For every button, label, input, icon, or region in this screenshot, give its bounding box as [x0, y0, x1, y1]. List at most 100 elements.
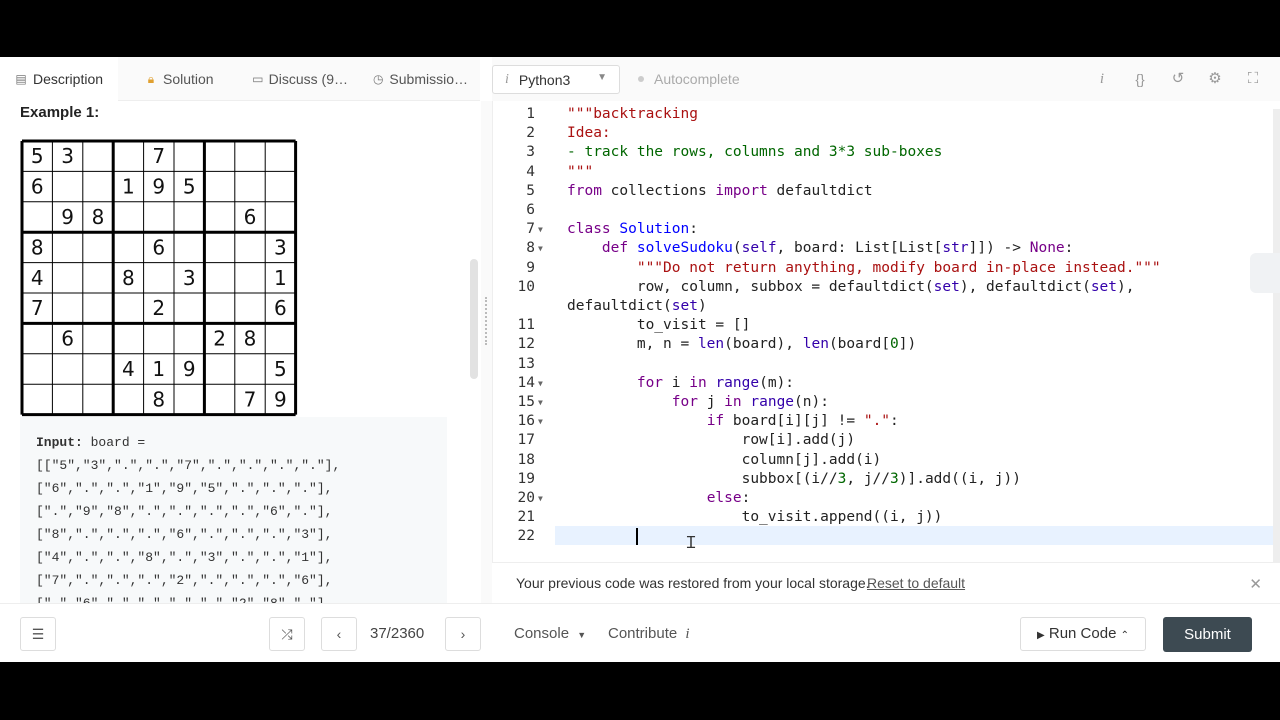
code-line[interactable]: def solveSudoku(self, board: List[List[s… [567, 239, 1073, 258]
line-number: 11 [517, 317, 535, 334]
fold-arrow-icon[interactable]: ▼ [538, 393, 543, 412]
tab-solution[interactable]: 🔒︎ Solution [118, 57, 228, 101]
sudoku-digit: 8 [122, 266, 135, 290]
chevron-up-icon: ⌃ [1120, 630, 1129, 641]
input-rows: [["5","3",".",".","7",".",".",".","."], [… [36, 454, 431, 603]
code-line[interactable]: for i in range(m): [567, 374, 794, 393]
sudoku-digit: 5 [274, 357, 287, 381]
sudoku-digit: 6 [31, 175, 44, 199]
contribute-label: Contribute [608, 625, 678, 642]
divider-grip-handle[interactable] [485, 297, 488, 345]
code-line[interactable]: """Do not return anything, modify board … [567, 259, 1161, 278]
code-line[interactable]: defaultdict(set) [567, 297, 707, 316]
sudoku-digit: 7 [31, 296, 44, 320]
info-icon: i [685, 626, 690, 642]
code-line[interactable]: row[i].add(j) [567, 431, 856, 450]
fold-arrow-icon[interactable]: ▼ [538, 412, 543, 431]
gear-icon[interactable]: ⚙ [1205, 69, 1225, 89]
editor-scrollbar[interactable] [1273, 109, 1280, 595]
run-code-button[interactable]: ▶ Run Code ⌃ [1020, 617, 1146, 651]
list-icon: ☰ [31, 626, 45, 642]
braces-icon[interactable]: {} [1130, 69, 1150, 89]
fullscreen-icon[interactable]: ⛶ [1243, 69, 1263, 89]
sudoku-digit: 9 [61, 205, 74, 229]
sudoku-digit: 8 [92, 205, 105, 229]
input-row: ["6",".",".","1","9","5",".",".","."], [36, 481, 333, 496]
code-line[interactable]: """backtracking [567, 105, 698, 124]
lock-icon: 🔒︎ [147, 71, 155, 86]
reset-to-default-link[interactable]: Reset to default [867, 575, 965, 591]
sudoku-digit: 1 [274, 266, 287, 290]
problem-list-button[interactable]: ☰ [20, 617, 56, 651]
line-number: 1 [526, 106, 535, 122]
sudoku-digit: 6 [61, 327, 74, 351]
description-scrollbar[interactable] [470, 259, 478, 379]
sudoku-digit: 6 [152, 235, 165, 259]
tab-discuss[interactable]: ▭ Discuss (9… [228, 57, 348, 101]
sudoku-digit: 9 [274, 387, 287, 411]
code-line[interactable]: - track the rows, columns and 3*3 sub-bo… [567, 143, 942, 162]
line-number: 7 [526, 221, 535, 238]
input-line: Input: board = [36, 431, 431, 454]
ibeam-cursor-icon: Ｉ [683, 533, 700, 552]
clock-icon: ◷ [372, 72, 384, 86]
restore-notice: Your previous code was restored from you… [492, 562, 1280, 603]
code-line[interactable]: """ [567, 163, 593, 182]
shuffle-icon: ⤮ [281, 626, 293, 642]
input-row: ["4",".",".","8",".","3",".",".","1"], [36, 550, 333, 565]
line-number: 8 [526, 240, 535, 257]
line-number: 18 [517, 451, 535, 468]
info-icon[interactable]: i [1092, 69, 1112, 89]
close-icon[interactable]: ✕ [1249, 575, 1262, 593]
contribute-button[interactable]: Contribute i [608, 625, 690, 643]
autocomplete-toggle[interactable]: Autocomplete [638, 71, 740, 87]
caret-down-icon: ▼ [577, 630, 587, 640]
tab-submissions[interactable]: ◷ Submissio… [348, 57, 468, 101]
play-icon: ▶ [1037, 630, 1045, 641]
sudoku-digit: 3 [61, 144, 74, 168]
line-number: 22 [517, 528, 535, 545]
sudoku-digit: 2 [152, 296, 165, 320]
code-line[interactable]: Idea: [567, 124, 611, 143]
code-line[interactable]: row, column, subbox = defaultdict(set), … [567, 278, 1135, 297]
tab-description[interactable]: ▤ Description [0, 57, 118, 101]
bottom-bar: ☰ ⤮ ‹ 37/2360 › Console ▼ Contribute i ▶… [0, 603, 1280, 662]
example-title: Example 1: [20, 104, 100, 121]
shuffle-button[interactable]: ⤮ [269, 617, 305, 651]
sudoku-digit: 8 [152, 387, 165, 411]
fold-arrow-icon[interactable]: ▼ [538, 374, 543, 393]
code-line[interactable]: if board[i][j] != ".": [567, 412, 899, 431]
sudoku-digit: 8 [244, 327, 257, 351]
code-line[interactable]: to_visit = [] [567, 316, 751, 335]
sudoku-digit: 2 [213, 327, 226, 351]
line-number: 14 [517, 374, 535, 391]
reset-icon[interactable]: ↺ [1168, 69, 1188, 89]
side-panel-tab[interactable] [1250, 253, 1280, 293]
code-line[interactable]: else: [567, 489, 751, 508]
code-line[interactable]: for j in range(n): [567, 393, 829, 412]
code-line[interactable]: from collections import defaultdict [567, 182, 873, 201]
code-line[interactable]: class Solution: [567, 220, 698, 239]
tab-submissions-label: Submissio… [389, 71, 468, 87]
input-label: Input: [36, 435, 83, 450]
line-number: 3 [526, 144, 535, 161]
tab-solution-label: Solution [163, 71, 214, 87]
code-line[interactable]: to_visit.append((i, j)) [567, 508, 943, 527]
code-editor[interactable]: 1 2 3 4 5 6 7 ▼ 8 ▼ 9 10 11 12 13 14 ▼ 15 ▼ 16 ▼ 17 18 19 20 ▼ 21 2… [492, 101, 1280, 603]
code-line[interactable]: subbox[(i//3, j//3)].add((i, j)) [567, 470, 1021, 489]
language-select[interactable]: i Python3 ▼ [492, 65, 620, 94]
console-label: Console [514, 625, 570, 642]
panel-divider[interactable] [481, 101, 492, 603]
prev-button[interactable]: ‹ [321, 617, 357, 651]
fold-arrow-icon[interactable]: ▼ [538, 239, 543, 258]
code-line[interactable]: m, n = len(board), len(board[0]) [567, 335, 916, 354]
code-line[interactable]: column[j].add(i) [567, 451, 882, 470]
submit-button[interactable]: Submit [1163, 617, 1252, 652]
fold-arrow-icon[interactable]: ▼ [538, 220, 543, 239]
tab-discuss-label: Discuss (9… [268, 71, 348, 87]
next-button[interactable]: › [445, 617, 481, 651]
input-row: [".","6",".",".",".",".","2","8","."], [36, 592, 431, 603]
line-number: 21 [517, 509, 535, 526]
fold-arrow-icon[interactable]: ▼ [538, 489, 543, 508]
console-button[interactable]: Console ▼ [514, 625, 586, 642]
